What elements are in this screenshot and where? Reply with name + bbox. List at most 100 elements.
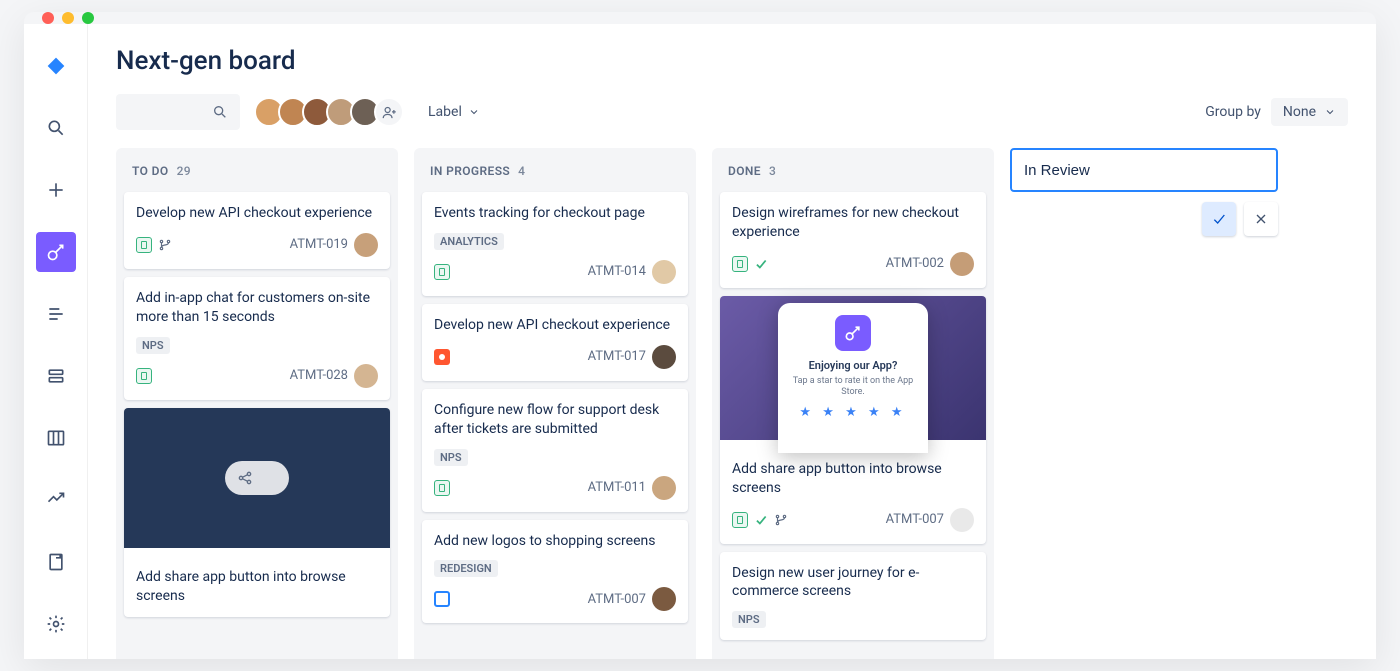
assignee-avatar[interactable] (652, 476, 676, 500)
done-check-icon (754, 257, 768, 271)
card-tag: REDESIGN (434, 560, 498, 577)
column-header[interactable]: DONE 3 (720, 160, 986, 184)
assignee-avatar[interactable] (652, 260, 676, 284)
card[interactable]: Configure new flow for support desk afte… (422, 389, 688, 512)
story-type-icon (434, 264, 450, 280)
nav-backlog-icon[interactable] (36, 294, 76, 334)
group-by-select[interactable]: None (1271, 98, 1348, 126)
card-title: Configure new flow for support desk afte… (434, 401, 676, 439)
column-name: DONE (728, 164, 761, 178)
assignee-avatar[interactable] (950, 508, 974, 532)
chevron-down-icon (468, 106, 480, 118)
card[interactable]: Enjoying our App? Tap a star to rate it … (720, 296, 986, 544)
app-logo-icon[interactable] (36, 46, 76, 86)
card-id: ATMT-007 (588, 592, 646, 607)
column-in-progress: IN PROGRESS 4 Events tracking for checko… (414, 148, 696, 659)
new-column-input[interactable] (1010, 148, 1278, 192)
card-id: ATMT-019 (290, 237, 348, 252)
card[interactable]: Design new user journey for e-commerce s… (720, 552, 986, 641)
card-title: Add share app button into browse screens (136, 568, 378, 606)
card-id: ATMT-002 (886, 256, 944, 271)
story-type-icon (732, 256, 748, 272)
rocket-icon (835, 315, 871, 351)
minimize-window-icon[interactable] (62, 12, 74, 24)
chevron-down-icon (1324, 106, 1336, 118)
card-title: Develop new API checkout experience (136, 204, 378, 223)
group-by-control: Group by None (1205, 98, 1348, 126)
assignee-avatar[interactable] (652, 345, 676, 369)
column-header[interactable]: TO DO 29 (124, 160, 390, 184)
column-count: 29 (177, 164, 191, 178)
nav-columns-icon[interactable] (36, 418, 76, 458)
cancel-new-column-button[interactable] (1244, 202, 1278, 236)
rating-stars-icon: ★ ★ ★ ★ ★ (799, 405, 906, 420)
card[interactable]: Add in-app chat for customers on-site mo… (124, 277, 390, 400)
left-nav-rail (24, 24, 88, 659)
branch-icon (158, 238, 172, 252)
search-icon (212, 104, 228, 120)
card-id: ATMT-017 (588, 349, 646, 364)
card[interactable]: Develop new API checkout experience ATMT… (422, 304, 688, 381)
card-title: Develop new API checkout experience (434, 316, 676, 335)
board-toolbar: Label Group by None (116, 94, 1348, 130)
nav-pages-icon[interactable] (36, 542, 76, 582)
label-filter[interactable]: Label (428, 104, 480, 120)
close-window-icon[interactable] (42, 12, 54, 24)
group-by-value: None (1283, 104, 1316, 120)
column-name: IN PROGRESS (430, 164, 510, 178)
card-title: Design wireframes for new checkout exper… (732, 204, 974, 242)
new-column (1010, 148, 1278, 659)
card-title: Add in-app chat for customers on-site mo… (136, 289, 378, 327)
add-member-button[interactable] (374, 97, 404, 127)
card[interactable]: Add share app button into browse screens (124, 408, 390, 618)
create-icon[interactable] (36, 170, 76, 210)
label-filter-text: Label (428, 104, 462, 120)
card-id: ATMT-028 (290, 368, 348, 383)
group-by-label: Group by (1205, 104, 1261, 120)
confirm-new-column-button[interactable] (1202, 202, 1236, 236)
column-name: TO DO (132, 164, 169, 178)
nav-settings-icon[interactable] (36, 604, 76, 644)
assignee-avatar[interactable] (950, 252, 974, 276)
card-id: ATMT-014 (588, 264, 646, 279)
nav-reports-icon[interactable] (36, 480, 76, 520)
nav-stack-icon[interactable] (36, 356, 76, 396)
card-tag: ANALYTICS (434, 233, 504, 250)
card-cover: Enjoying our App? Tap a star to rate it … (720, 296, 986, 440)
card-title: Events tracking for checkout page (434, 204, 676, 223)
column-header[interactable]: IN PROGRESS 4 (422, 160, 688, 184)
add-person-icon (382, 105, 397, 120)
maximize-window-icon[interactable] (82, 12, 94, 24)
search-input[interactable] (116, 94, 240, 130)
card[interactable]: Design wireframes for new checkout exper… (720, 192, 986, 288)
assignee-avatar[interactable] (652, 587, 676, 611)
column-count: 3 (769, 164, 776, 178)
card[interactable]: Develop new API checkout experience ATMT… (124, 192, 390, 269)
card[interactable]: Add new logos to shopping screens REDESI… (422, 520, 688, 624)
nav-board[interactable] (36, 232, 76, 272)
window-titlebar (24, 12, 1376, 24)
assignee-avatar[interactable] (354, 233, 378, 257)
card[interactable]: Events tracking for checkout page ANALYT… (422, 192, 688, 296)
card-title: Design new user journey for e-commerce s… (732, 564, 974, 602)
share-icon (228, 461, 262, 495)
done-check-icon (754, 513, 768, 527)
card-title: Add new logos to shopping screens (434, 532, 676, 551)
phone-preview-title: Enjoying our App? (809, 359, 898, 372)
page-title: Next-gen board (116, 46, 1348, 76)
close-icon (1253, 211, 1269, 227)
card-tag: NPS (434, 449, 468, 466)
column-todo: TO DO 29 Develop new API checkout experi… (116, 148, 398, 659)
search-icon[interactable] (36, 108, 76, 148)
card-tag: NPS (136, 337, 170, 354)
card-id: ATMT-011 (588, 480, 646, 495)
story-type-icon (136, 237, 152, 253)
member-avatars (254, 97, 404, 127)
check-icon (1211, 211, 1227, 227)
story-type-icon (136, 368, 152, 384)
bug-type-icon (434, 349, 450, 365)
assignee-avatar[interactable] (354, 364, 378, 388)
column-done: DONE 3 Design wireframes for new checkou… (712, 148, 994, 659)
phone-preview-subtitle: Tap a star to rate it on the App Store. (790, 376, 916, 398)
card-cover (124, 408, 390, 548)
